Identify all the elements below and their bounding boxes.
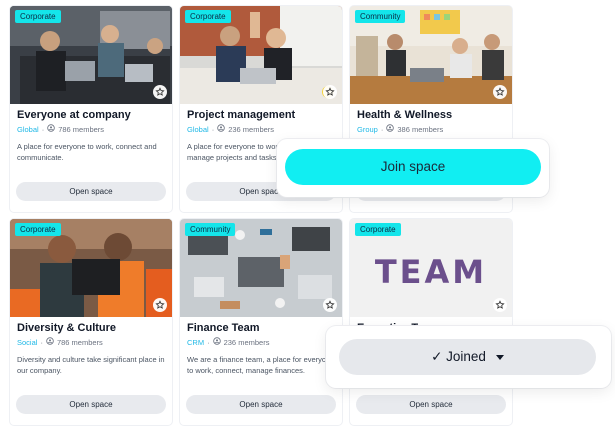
- members-icon: [212, 337, 221, 347]
- category-tag: Community: [355, 10, 406, 23]
- meta-separator: ·: [41, 124, 45, 134]
- open-space-button[interactable]: Open space: [16, 395, 166, 414]
- members-count: 786 members: [56, 337, 103, 347]
- members-count: 236 members: [223, 337, 270, 347]
- members-count: 786 members: [58, 124, 105, 134]
- members-icon: [46, 337, 54, 347]
- space-card[interactable]: Corporate Everyone at company Global · 7…: [10, 6, 172, 212]
- meta-separator: ·: [211, 124, 215, 134]
- joined-panel: ✓ Joined: [326, 326, 611, 388]
- meta-separator: ·: [40, 337, 43, 347]
- space-photo: Community: [350, 6, 512, 104]
- joined-label: ✓ Joined: [431, 349, 486, 364]
- space-kind: Social: [17, 337, 38, 347]
- space-description: We are a finance team, a place for every…: [187, 355, 335, 375]
- space-kind: Global: [187, 124, 209, 134]
- space-meta: CRM · 236 members: [187, 337, 269, 347]
- join-space-button[interactable]: Join space: [285, 149, 541, 185]
- space-card[interactable]: Community Finance Team CRM · 236 members…: [180, 219, 342, 425]
- star-icon[interactable]: [493, 85, 507, 99]
- space-card[interactable]: TEAM Corporate Executive Team Open space: [350, 219, 512, 425]
- meta-separator: ·: [380, 124, 384, 134]
- star-icon[interactable]: [153, 298, 167, 312]
- category-tag: Corporate: [15, 223, 61, 236]
- space-title: Finance Team: [187, 322, 260, 334]
- space-title: Diversity & Culture: [17, 322, 117, 334]
- open-space-button[interactable]: Open space: [186, 395, 336, 414]
- space-meta: Group · 386 members: [357, 124, 443, 134]
- open-space-button[interactable]: Open space: [16, 182, 166, 201]
- members-icon: [217, 124, 225, 134]
- star-icon[interactable]: [493, 298, 507, 312]
- space-meta: Global · 236 members: [187, 124, 274, 134]
- space-kind: Global: [17, 124, 39, 134]
- open-space-button[interactable]: Open space: [356, 395, 506, 414]
- space-photo: Corporate: [10, 6, 172, 104]
- space-title: Everyone at company: [17, 109, 131, 121]
- members-count: 236 members: [228, 124, 275, 134]
- star-icon[interactable]: [153, 85, 167, 99]
- star-icon[interactable]: [323, 85, 337, 99]
- space-photo: Corporate: [10, 219, 172, 317]
- space-kind: CRM: [187, 337, 205, 347]
- joined-dropdown-button[interactable]: ✓ Joined: [339, 339, 596, 375]
- space-kind: Group: [357, 124, 378, 134]
- team-image-text: TEAM: [375, 253, 487, 291]
- category-tag: Corporate: [185, 10, 231, 23]
- space-description: A place for everyone to work, connect an…: [17, 142, 157, 162]
- category-tag: Community: [185, 223, 236, 236]
- category-tag: Corporate: [355, 223, 401, 236]
- star-icon[interactable]: [323, 298, 337, 312]
- caret-down-icon: [495, 354, 504, 360]
- space-title: Project management: [187, 109, 296, 121]
- space-meta: Social · 786 members: [17, 337, 103, 347]
- space-meta: Global · 786 members: [17, 124, 104, 134]
- space-card[interactable]: Corporate Diversity & Culture Social · 7…: [10, 219, 172, 425]
- members-icon: [47, 124, 55, 134]
- members-icon: [386, 124, 395, 134]
- members-count: 386 members: [397, 124, 444, 134]
- join-space-panel: Join space: [277, 139, 549, 197]
- category-tag: Corporate: [15, 10, 61, 23]
- meta-separator: ·: [207, 337, 210, 347]
- space-title: Health & Wellness: [357, 109, 453, 121]
- space-photo: Corporate: [180, 6, 342, 104]
- space-photo: Community: [180, 219, 342, 317]
- space-description: Diversity and culture take significant p…: [17, 355, 165, 375]
- space-photo: TEAM Corporate: [350, 219, 512, 317]
